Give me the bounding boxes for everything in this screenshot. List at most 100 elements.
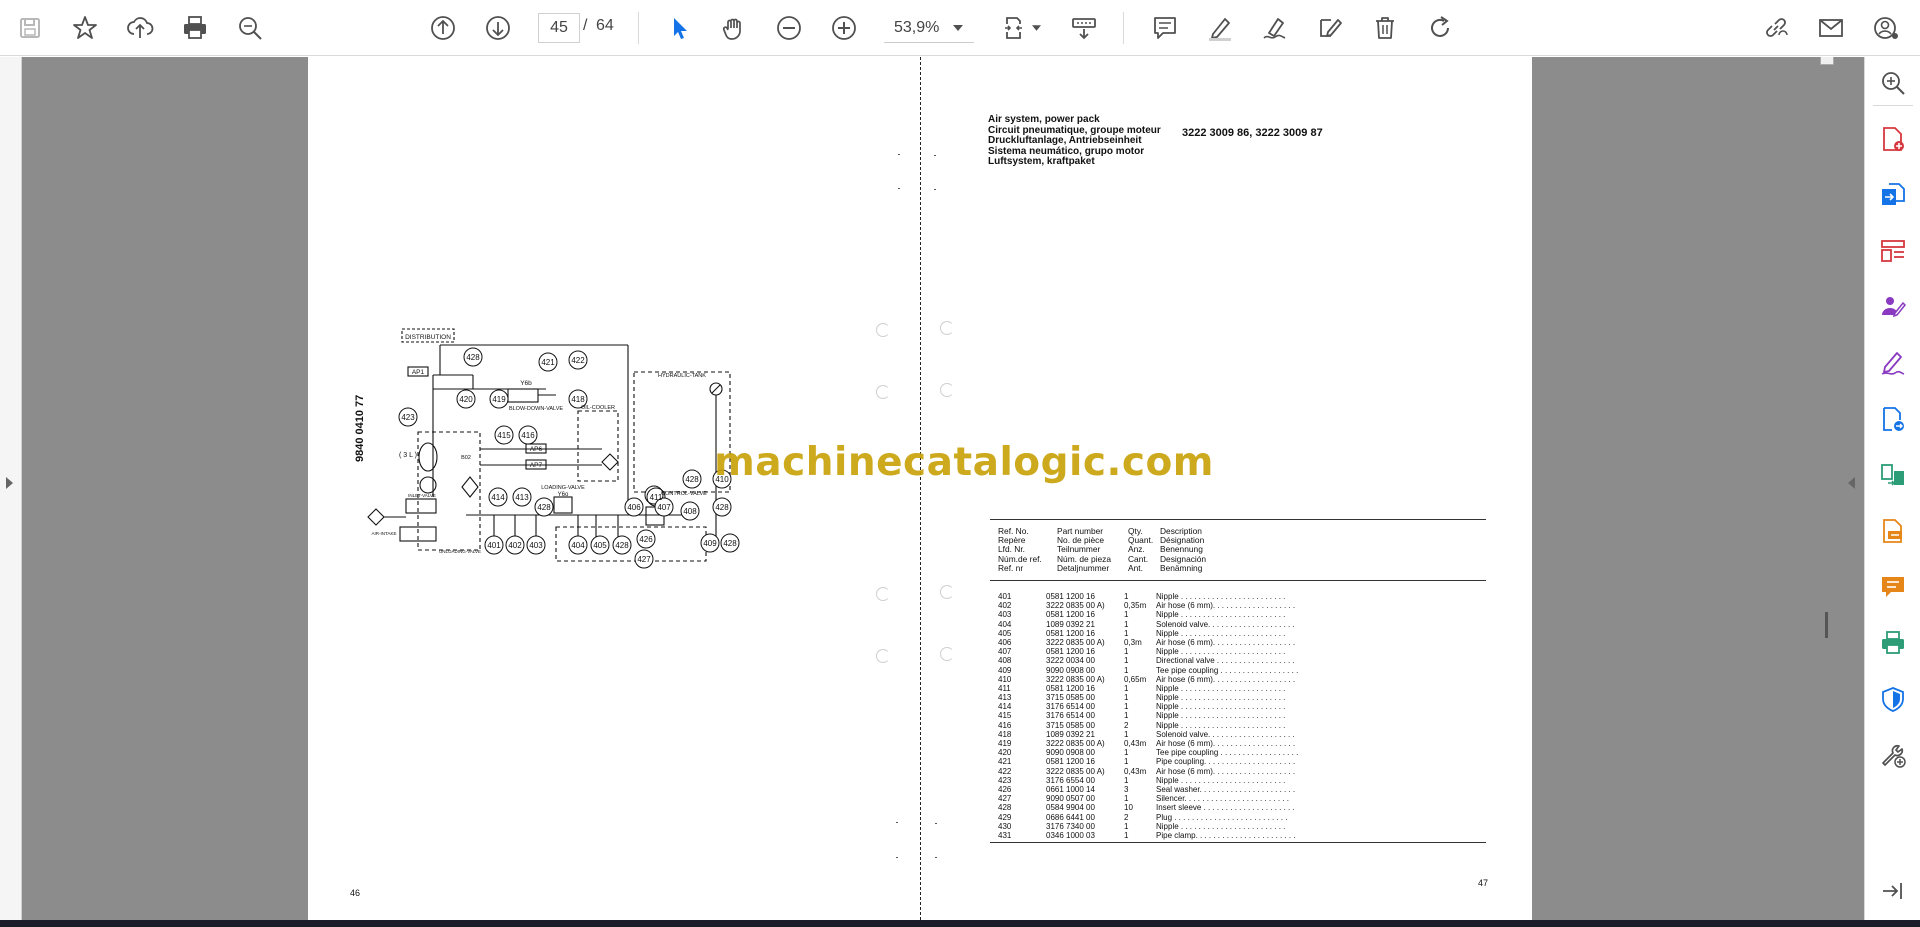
request-signature-icon[interactable] <box>1873 287 1913 327</box>
document-viewer[interactable]: 9840 0410 77 DISTRIBUTION AP1 AP6 AP7 Y6… <box>0 57 1864 920</box>
cell-ref: 409 <box>998 665 1012 675</box>
vertical-scrollbar[interactable] <box>1818 57 1834 920</box>
cell-part: 3715 0585 00 <box>1046 720 1095 730</box>
page-number-input[interactable] <box>538 13 580 43</box>
svg-text:BLOW-DOWN-VALVE: BLOW-DOWN-VALVE <box>509 406 563 412</box>
assembly-part-numbers: 3222 3009 86, 3222 3009 87 <box>1182 127 1323 139</box>
scroll-mode-icon[interactable] <box>1064 8 1104 48</box>
svg-text:AP7: AP7 <box>530 462 543 469</box>
draw-icon[interactable] <box>1255 8 1295 48</box>
cell-ref: 426 <box>998 784 1012 794</box>
title-line: Luftsystem, kraftpaket <box>988 156 1095 167</box>
delete-icon[interactable] <box>1365 8 1405 48</box>
zoom-out-icon[interactable] <box>769 8 809 48</box>
cell-ref: 419 <box>998 739 1012 748</box>
cell-desc: Nipple . . . . . . . . . . . . . . . . .… <box>1156 647 1286 657</box>
cell-ref: 414 <box>998 702 1012 712</box>
comment-tool-icon[interactable] <box>1873 567 1913 607</box>
header-description: Description Désignation Benennung Design… <box>1160 526 1207 573</box>
create-pdf-icon[interactable] <box>1873 119 1913 159</box>
svg-text:INLET-VALVE: INLET-VALVE <box>408 493 436 498</box>
page-fit-icon[interactable] <box>996 8 1036 48</box>
table-row: 411 0581 1200 16 1 Nipple . . . . . . . . .… <box>998 684 1328 693</box>
cell-desc: Insert sleeve . . . . . . . . . . . . . … <box>1156 803 1295 813</box>
page-up-icon[interactable] <box>423 8 463 48</box>
header-part: Part number No. de pièce Teilnummer Núm.… <box>1057 526 1111 573</box>
title-line: Druckluftanlage, Antriebseinheit <box>988 135 1142 146</box>
svg-text:423: 423 <box>401 413 415 422</box>
select-arrow-icon[interactable] <box>659 8 699 48</box>
cloud-upload-icon[interactable] <box>120 8 160 48</box>
share-link-icon[interactable] <box>1756 8 1796 48</box>
svg-text:421: 421 <box>541 358 555 367</box>
organize-pages-icon[interactable] <box>1873 231 1913 271</box>
email-icon[interactable] <box>1811 8 1851 48</box>
comment-icon[interactable] <box>1145 8 1185 48</box>
account-icon[interactable] <box>1866 8 1906 48</box>
search-icon[interactable] <box>230 8 270 48</box>
cell-part: 9090 0507 00 <box>1046 794 1095 804</box>
zoom-dropdown[interactable]: 53,9% <box>884 13 974 43</box>
cell-desc: Seal washer. . . . . . . . . . . . . . .… <box>1156 784 1296 794</box>
export-pdf-icon[interactable] <box>1873 175 1913 215</box>
cell-ref: 418 <box>998 729 1012 739</box>
left-panel-rail[interactable] <box>0 57 22 920</box>
star-icon[interactable] <box>65 8 105 48</box>
cell-qty: 1 <box>1124 711 1129 721</box>
scan-ocr-icon[interactable] <box>1873 511 1913 551</box>
fill-sign-icon[interactable] <box>1873 343 1913 383</box>
compare-files-icon[interactable] <box>1873 455 1913 495</box>
table-row: 431 0346 1000 03 1 Pipe clamp. . . . . . . … <box>998 831 1328 840</box>
cell-ref: 415 <box>998 711 1012 721</box>
highlight-icon[interactable] <box>1200 8 1240 48</box>
expand-panel-icon[interactable] <box>1873 871 1913 911</box>
page-down-icon[interactable] <box>478 8 518 48</box>
cell-part: 1089 0392 21 <box>1046 729 1095 739</box>
punch-hole <box>940 383 954 397</box>
table-row: 408 3222 0034 00 1 Directional valve . . . … <box>998 656 1328 665</box>
expand-left-panel-icon[interactable] <box>6 477 13 489</box>
collapse-right-panel-icon[interactable] <box>1848 477 1855 489</box>
cell-qty: 1 <box>1124 702 1129 712</box>
table-rule <box>990 842 1486 843</box>
print-production-icon[interactable] <box>1873 623 1913 663</box>
cell-part: 3222 0835 00 A) <box>1046 766 1105 776</box>
protect-icon[interactable] <box>1873 679 1913 719</box>
cell-part: 0581 1200 16 <box>1046 647 1095 657</box>
svg-text:404: 404 <box>571 541 585 550</box>
cell-part: 3176 6514 00 <box>1046 711 1095 721</box>
zoom-panel-icon[interactable] <box>1873 63 1913 103</box>
zoom-in-icon[interactable] <box>824 8 864 48</box>
svg-text:428: 428 <box>715 503 729 512</box>
punch-hole <box>876 385 890 399</box>
punch-hole <box>876 649 890 663</box>
cell-desc: Air hose (6 mm). . . . . . . . . . . . .… <box>1156 601 1296 611</box>
cell-desc: Nipple . . . . . . . . . . . . . . . . .… <box>1156 610 1286 620</box>
cell-part: 0346 1000 03 <box>1046 830 1095 840</box>
cell-part: 0581 1200 16 <box>1046 683 1095 693</box>
air-system-diagram: DISTRIBUTION AP1 AP6 AP7 Y6b BLOW-DOWN-V… <box>367 328 740 569</box>
scrollbar-thumb[interactable] <box>1825 612 1828 638</box>
chevron-down-icon[interactable] <box>1032 25 1041 31</box>
svg-text:411: 411 <box>650 493 663 502</box>
cell-part: 3222 0835 00 A) <box>1046 674 1105 684</box>
header-ref: Ref. No. Repère Lfd. Nr. Núm.de ref. Ref… <box>998 526 1042 573</box>
table-row: 420 9090 0908 00 1 Tee pipe coupling . . . … <box>998 748 1328 757</box>
cell-part: 0584 9904 00 <box>1046 803 1095 813</box>
rotate-icon[interactable] <box>1420 8 1460 48</box>
cell-ref: 407 <box>998 647 1012 657</box>
hand-icon[interactable] <box>714 8 754 48</box>
cell-desc: Air hose (6 mm). . . . . . . . . . . . .… <box>1156 739 1296 748</box>
cell-desc: Air hose (6 mm). . . . . . . . . . . . .… <box>1156 766 1296 776</box>
table-row: 409 9090 0908 00 1 Tee pipe coupling . . . … <box>998 666 1328 675</box>
edit-icon[interactable] <box>1310 8 1350 48</box>
svg-text:402: 402 <box>508 541 522 550</box>
cell-ref: 420 <box>998 748 1012 758</box>
more-tools-icon[interactable] <box>1873 735 1913 775</box>
save-icon[interactable] <box>10 8 50 48</box>
send-for-review-icon[interactable] <box>1873 399 1913 439</box>
svg-text:CONTROL-VALVE: CONTROL-VALVE <box>661 491 707 497</box>
print-icon[interactable] <box>175 8 215 48</box>
scrollbar-top-arrow[interactable] <box>1820 57 1834 65</box>
svg-text:428: 428 <box>685 475 699 484</box>
